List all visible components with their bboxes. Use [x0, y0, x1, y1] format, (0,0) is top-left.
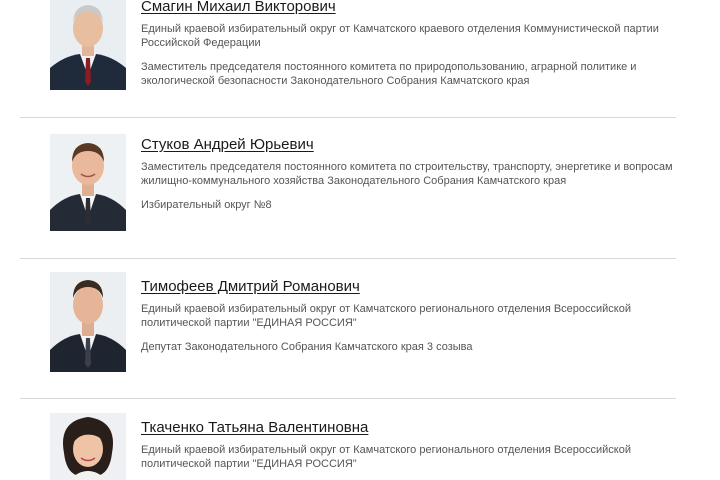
- portrait-young-man-icon: [50, 272, 126, 372]
- divider: [20, 398, 676, 399]
- deputy-name-link[interactable]: Стуков Андрей Юрьевич: [141, 136, 681, 154]
- deputy-name-link[interactable]: Смагин Михаил Викторович: [141, 0, 681, 16]
- divider: [20, 258, 676, 259]
- deputy-name-link[interactable]: Ткаченко Татьяна Валентиновна: [141, 419, 681, 437]
- portrait-gray-haired-man-icon: [50, 0, 126, 90]
- deputy-photo[interactable]: [50, 0, 126, 90]
- deputy-photo[interactable]: [50, 134, 126, 231]
- portrait-woman-icon: [50, 413, 126, 480]
- deputy-photo[interactable]: [50, 413, 126, 480]
- deputy-name-link[interactable]: Тимофеев Дмитрий Романович: [141, 278, 681, 296]
- deputy-district: Избирательный округ №8: [141, 199, 272, 211]
- deputy-photo[interactable]: [50, 272, 126, 372]
- portrait-smiling-man-icon: [50, 134, 126, 231]
- deputy-district: Единый краевой избирательный округ от Ка…: [141, 303, 632, 329]
- divider: [20, 117, 676, 118]
- deputy-position: Депутат Законодательного Собрания Камчат…: [141, 341, 473, 353]
- deputy-district: Единый краевой избирательный округ от Ка…: [141, 23, 659, 49]
- deputy-position: Заместитель председателя постоянного ком…: [141, 161, 673, 187]
- deputy-district: Единый краевой избирательный округ от Ка…: [141, 444, 632, 470]
- deputy-position: Заместитель председателя постоянного ком…: [141, 61, 637, 87]
- deputies-list-page: Смагин Михаил Викторович Единый краевой …: [0, 0, 720, 480]
